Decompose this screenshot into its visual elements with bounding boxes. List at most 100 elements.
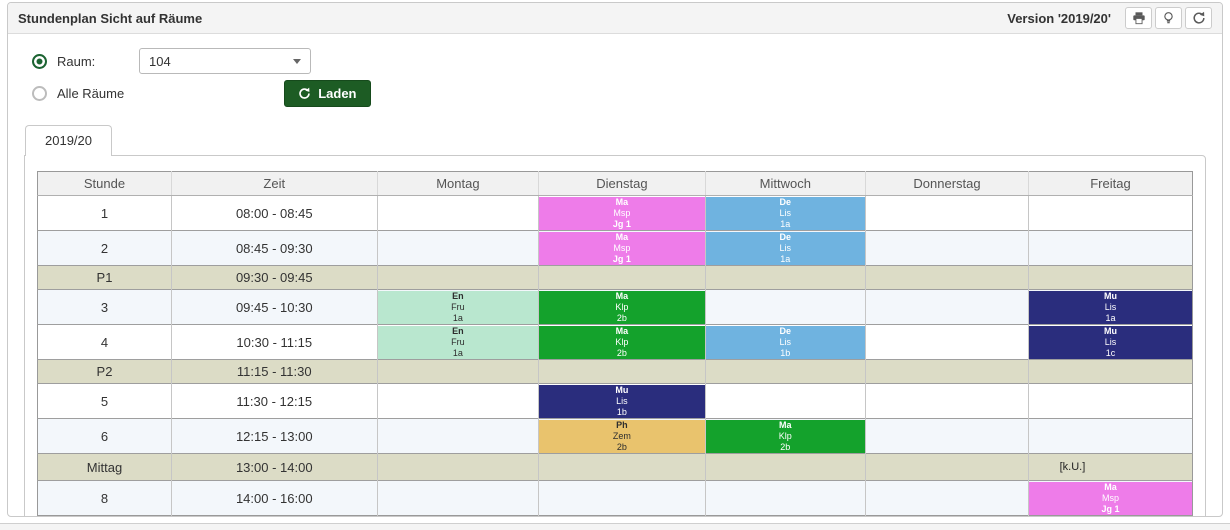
filter-controls: Raum: 104 Alle Räume Laden (8, 34, 1222, 106)
no-lesson-note: [k.U.] (1028, 461, 1154, 473)
lesson-text: Ma (779, 420, 792, 431)
table-row: Mittag13:00 - 14:00[k.U.] (38, 454, 1193, 481)
lesson-text: Klp (615, 337, 628, 348)
print-button[interactable] (1125, 7, 1152, 29)
zeit-cell: 11:30 - 12:15 (171, 384, 377, 419)
day-cell (377, 419, 539, 454)
lesson-text: Ma (616, 197, 629, 208)
day-cell: [k.U.] (1028, 454, 1192, 481)
lesson-text: 2b (617, 442, 627, 453)
lesson-block: PhZem2b (539, 420, 704, 453)
day-cell (377, 454, 539, 481)
timetable: StundeZeitMontagDienstagMittwochDonnerst… (37, 171, 1193, 516)
day-cell (539, 454, 705, 481)
load-button[interactable]: Laden (284, 80, 370, 107)
day-cell: DeLis1b (705, 325, 866, 360)
lesson-text: Ma (616, 291, 629, 302)
room-radio[interactable] (32, 54, 47, 69)
column-header-stunde: Stunde (38, 172, 172, 196)
day-cell (705, 290, 866, 325)
lesson-text: Lis (1105, 337, 1117, 348)
lightbulb-icon (1162, 11, 1175, 25)
day-cell (866, 481, 1029, 516)
day-cell (377, 481, 539, 516)
day-cell: MuLis1c (1028, 325, 1192, 360)
column-header-donnerstag: Donnerstag (866, 172, 1029, 196)
day-cell (539, 360, 705, 384)
lesson-text: 1a (1105, 313, 1115, 324)
lesson-text: Klp (615, 302, 628, 313)
day-cell: DeLis1a (705, 196, 866, 231)
lesson-text: Lis (1105, 302, 1117, 313)
day-cell: MaMspJg 1 (539, 196, 705, 231)
day-cell (705, 454, 866, 481)
zeit-cell: 09:45 - 10:30 (171, 290, 377, 325)
zeit-cell: 13:00 - 14:00 (171, 454, 377, 481)
chevron-down-icon (293, 59, 301, 64)
tab-2019-20[interactable]: 2019/20 (25, 125, 112, 156)
lesson-text: Mu (615, 385, 628, 396)
panel-header: Stundenplan Sicht auf Räume Version '201… (8, 3, 1222, 34)
day-cell: PhZem2b (539, 419, 705, 454)
lesson-text: Lis (780, 208, 792, 219)
lesson-text: Fru (451, 337, 465, 348)
day-cell (705, 384, 866, 419)
zeit-cell: 08:00 - 08:45 (171, 196, 377, 231)
refresh-icon (1192, 11, 1206, 25)
all-rooms-label[interactable]: Alle Räume (57, 86, 124, 101)
hint-button[interactable] (1155, 7, 1182, 29)
day-cell (1028, 384, 1192, 419)
lesson-text: 1b (780, 348, 790, 359)
reload-button[interactable] (1185, 7, 1212, 29)
day-cell: MaKlp2b (539, 290, 705, 325)
room-select[interactable]: 104 (139, 48, 311, 74)
table-row: 410:30 - 11:15EnFru1aMaKlp2bDeLis1bMuLis… (38, 325, 1193, 360)
room-select-value: 104 (149, 54, 171, 69)
day-cell (377, 360, 539, 384)
day-cell (705, 481, 866, 516)
timetable-panel: Stundenplan Sicht auf Räume Version '201… (7, 2, 1223, 517)
lesson-text: 1b (617, 407, 627, 418)
day-cell (866, 419, 1029, 454)
zeit-cell: 09:30 - 09:45 (171, 266, 377, 290)
day-cell (866, 196, 1029, 231)
lesson-text: Jg 1 (1101, 504, 1119, 515)
table-row: 108:00 - 08:45MaMspJg 1DeLis1a (38, 196, 1193, 231)
lesson-block: MaMspJg 1 (539, 197, 704, 230)
lesson-block: MaKlp2b (539, 291, 704, 324)
stunde-cell: 4 (38, 325, 172, 360)
column-header-mittwoch: Mittwoch (705, 172, 866, 196)
zeit-cell: 08:45 - 09:30 (171, 231, 377, 266)
day-cell: MuLis1a (1028, 290, 1192, 325)
version-label: Version '2019/20' (1007, 11, 1111, 26)
day-cell (377, 196, 539, 231)
day-cell (539, 481, 705, 516)
load-button-label: Laden (318, 86, 356, 101)
timetable-header-row: StundeZeitMontagDienstagMittwochDonnerst… (38, 172, 1193, 196)
day-cell (539, 266, 705, 290)
day-cell: MaKlp2b (539, 325, 705, 360)
room-radio-label[interactable]: Raum: (57, 54, 139, 69)
zeit-cell: 14:00 - 16:00 (171, 481, 377, 516)
tab-strip: 2019/20 (24, 124, 1206, 155)
lesson-text: Ma (1104, 482, 1117, 493)
table-row: 208:45 - 09:30MaMspJg 1DeLis1a (38, 231, 1193, 266)
day-cell (866, 384, 1029, 419)
panel-toolbar (1125, 7, 1212, 29)
day-cell: EnFru1a (377, 290, 539, 325)
stunde-cell: 5 (38, 384, 172, 419)
day-cell: EnFru1a (377, 325, 539, 360)
day-cell (866, 231, 1029, 266)
stunde-cell: P2 (38, 360, 172, 384)
zeit-cell: 11:15 - 11:30 (171, 360, 377, 384)
lesson-text: Ma (616, 232, 629, 243)
lesson-text: 2b (617, 348, 627, 359)
lesson-text: De (780, 326, 792, 337)
all-rooms-radio[interactable] (32, 86, 47, 101)
zeit-cell: 10:30 - 11:15 (171, 325, 377, 360)
lesson-block: MuLis1b (539, 385, 704, 418)
day-cell (705, 266, 866, 290)
day-cell (1028, 196, 1192, 231)
day-cell: DeLis1a (705, 231, 866, 266)
lesson-text: Ma (616, 326, 629, 337)
